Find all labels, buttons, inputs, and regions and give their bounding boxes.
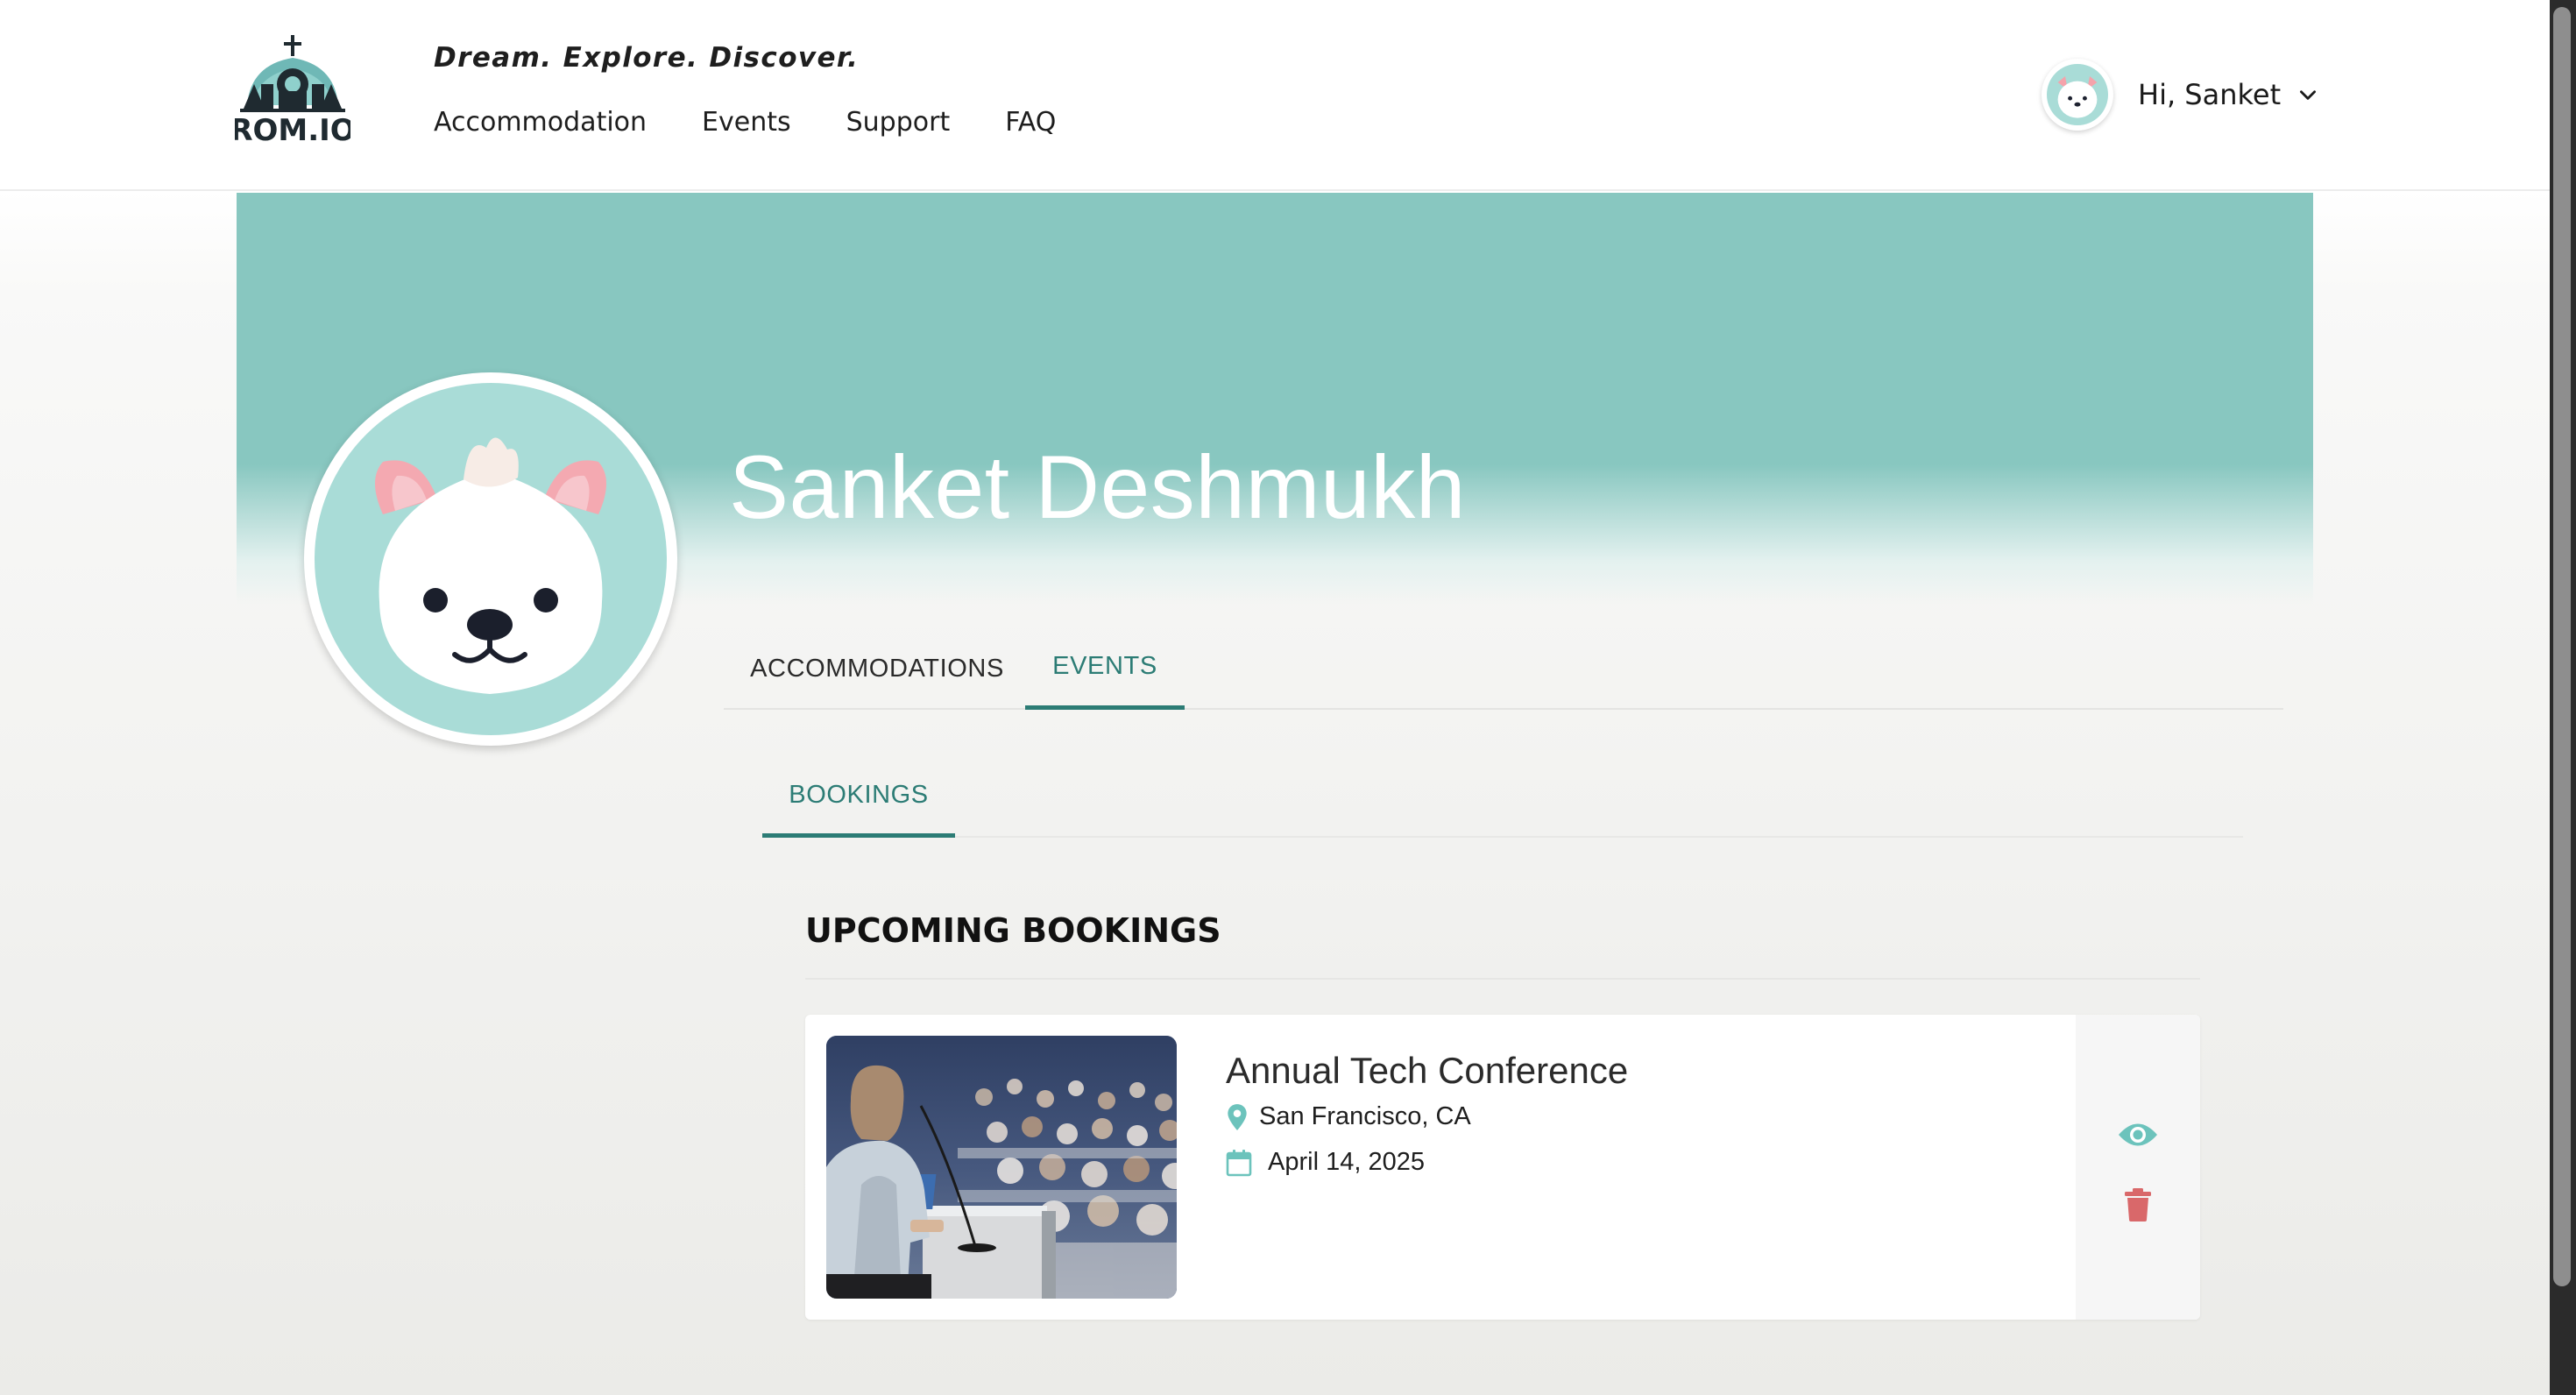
user-menu-button[interactable]: Hi, Sanket: [2042, 58, 2319, 131]
event-date: April 14, 2025: [1226, 1148, 1425, 1177]
tab-bookings[interactable]: BOOKINGS: [762, 757, 955, 838]
calendar-icon: [1226, 1149, 1252, 1176]
logo-icon: ROM.IO: [230, 35, 356, 148]
conference-photo-image: [826, 1036, 1177, 1299]
map-pin-icon: [1228, 1103, 1247, 1130]
booking-actions: [2076, 1015, 2200, 1320]
nav-events[interactable]: Events: [702, 107, 791, 138]
tab-accommodations[interactable]: ACCOMMODATIONS: [750, 627, 1004, 710]
user-greeting: Hi, Sanket: [2138, 78, 2282, 111]
site-tagline: Dream. Explore. Discover.: [434, 42, 860, 74]
delete-booking-button[interactable]: [2118, 1183, 2158, 1227]
tab-events[interactable]: EVENTS: [1025, 627, 1185, 710]
dog-avatar-icon: [2047, 64, 2108, 125]
section-title-upcoming-bookings: UPCOMING BOOKINGS: [805, 911, 1221, 950]
nav-faq[interactable]: FAQ: [1005, 107, 1056, 138]
event-thumbnail: [826, 1036, 1177, 1299]
main-nav: Accommodation Events Support FAQ: [434, 107, 1111, 138]
event-date-text: April 14, 2025: [1268, 1148, 1425, 1176]
section-divider: [805, 978, 2200, 980]
site-header: ROM.IO Dream. Explore. Discover. Accommo…: [0, 0, 2550, 191]
profile-tabs: ACCOMMODATIONS EVENTS: [724, 627, 2283, 710]
svg-text:ROM.IO: ROM.IO: [235, 113, 350, 144]
event-location: San Francisco, CA: [1226, 1102, 1471, 1131]
nav-support[interactable]: Support: [846, 107, 951, 138]
profile-avatar: [304, 372, 677, 746]
chevron-down-icon: [2300, 90, 2317, 100]
eye-icon: [2119, 1123, 2157, 1146]
dog-avatar-icon: [375, 437, 606, 694]
view-booking-button[interactable]: [2116, 1113, 2160, 1157]
nav-accommodation[interactable]: Accommodation: [434, 107, 647, 138]
page-scrollbar-thumb[interactable]: [2553, 7, 2571, 1286]
trash-icon: [2125, 1188, 2151, 1222]
user-avatar: [2042, 59, 2113, 131]
booking-card: Annual Tech Conference San Francisco, CA…: [805, 1015, 2200, 1320]
profile-name: Sanket Deshmukh: [729, 437, 1466, 537]
event-subtabs: BOOKINGS: [762, 757, 2243, 838]
rom-io-logo[interactable]: ROM.IO: [230, 33, 356, 148]
event-location-text: San Francisco, CA: [1259, 1102, 1471, 1130]
event-title: Annual Tech Conference: [1226, 1050, 1629, 1091]
